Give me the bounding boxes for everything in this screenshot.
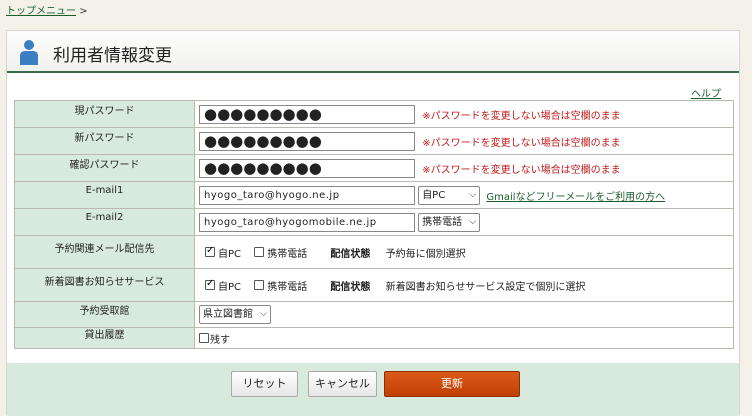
breadcrumb-top-menu-link[interactable]: トップメニュー — [6, 6, 76, 17]
new-books-pc-label: 自PC — [218, 281, 242, 293]
reservation-mail-status-label: 配信状態 — [330, 248, 371, 260]
confirm-password-input[interactable]: ●●●●●●●●● — [199, 158, 415, 178]
form-row-loan-history: 貸出履歴 残す — [14, 327, 734, 349]
email1-type-select[interactable]: 自PC ⌵ — [418, 185, 481, 205]
reservation-mail-pc-checkbox[interactable] — [205, 245, 215, 257]
current-password-note: ※パスワードを変更しない場合は空欄のまま — [422, 110, 621, 122]
user-info-panel: 利用者情報変更 ヘルプ 現パスワード ●●●●●●●●● ※パスワードを変更しな… — [6, 30, 740, 416]
new-books-status-value: 新着図書お知らせサービス設定で個別に選択 — [385, 281, 586, 293]
loan-history-checkbox[interactable] — [199, 333, 209, 343]
new-books-pc-checkbox[interactable] — [205, 278, 215, 290]
gmail-info-link[interactable]: Gmailなどフリーメールをご利用の方へ — [486, 192, 665, 203]
cancel-button[interactable]: キャンセル — [308, 371, 377, 397]
confirm-password-note: ※パスワードを変更しない場合は空欄のまま — [422, 164, 621, 176]
current-password-input[interactable]: ●●●●●●●●● — [199, 104, 415, 124]
new-books-mobile-label: 携帯電話 — [267, 281, 308, 293]
pickup-library-label: 予約受取館 — [14, 301, 195, 328]
current-password-label: 現パスワード — [14, 100, 195, 128]
chevron-down-icon: ⌵ — [469, 189, 477, 200]
reservation-mail-mobile-label: 携帯電話 — [267, 248, 308, 260]
email2-label: E-mail2 — [14, 208, 195, 236]
reservation-mail-label: 予約関連メール配信先 — [14, 235, 195, 269]
email1-input[interactable]: hyogo_taro@hyogo.ne.jp — [199, 185, 415, 205]
form-row-new-books: 新着図書お知らせサービス 自PC 携帯電話 配信状態 新着図書お知らせサービス設… — [14, 268, 734, 302]
new-password-input[interactable]: ●●●●●●●●● — [199, 131, 415, 151]
update-button[interactable]: 更新 — [384, 371, 520, 397]
form-row-confirm-password: 確認パスワード ●●●●●●●●● ※パスワードを変更しない場合は空欄のまま — [14, 154, 734, 182]
form-row-new-password: 新パスワード ●●●●●●●●● ※パスワードを変更しない場合は空欄のまま — [14, 127, 734, 155]
form-row-reservation-mail: 予約関連メール配信先 自PC 携帯電話 配信状態 予約毎に個別選択 — [14, 235, 734, 269]
new-books-status-label: 配信状態 — [330, 281, 371, 293]
new-password-note: ※パスワードを変更しない場合は空欄のまま — [422, 137, 621, 149]
loan-history-label: 貸出履歴 — [14, 327, 195, 349]
new-books-mobile-checkbox[interactable] — [254, 280, 265, 290]
confirm-password-label: 確認パスワード — [14, 154, 195, 182]
reservation-mail-pc-label: 自PC — [218, 248, 242, 260]
form-row-pickup-library: 予約受取館 県立図書館 ⌵ — [14, 301, 734, 328]
user-icon — [20, 40, 38, 65]
new-books-label: 新着図書お知らせサービス — [14, 268, 195, 302]
email2-type-select[interactable]: 携帯電話 ⌵ — [418, 212, 481, 232]
email2-input[interactable]: hyogo_taro@hyogomobile.ne.jp — [199, 212, 415, 232]
breadcrumb: トップメニュー > — [6, 2, 88, 17]
help-link[interactable]: ヘルプ — [691, 85, 721, 100]
chevron-down-icon: ⌵ — [469, 216, 477, 227]
new-password-label: 新パスワード — [14, 127, 195, 155]
breadcrumb-separator: > — [79, 6, 88, 17]
form-row-current-password: 現パスワード ●●●●●●●●● ※パスワードを変更しない場合は空欄のまま — [14, 100, 734, 128]
loan-history-option-label: 残す — [210, 334, 230, 346]
reservation-mail-mobile-checkbox[interactable] — [254, 247, 265, 257]
chevron-down-icon: ⌵ — [260, 309, 267, 319]
form-row-email2: E-mail2 hyogo_taro@hyogomobile.ne.jp 携帯電… — [14, 208, 734, 236]
reservation-mail-status-value: 予約毎に個別選択 — [385, 248, 466, 260]
button-bar: リセット キャンセル 更新 — [7, 363, 739, 416]
email1-label: E-mail1 — [14, 181, 195, 209]
reset-button[interactable]: リセット — [231, 371, 298, 397]
title-bar: 利用者情報変更 — [7, 31, 739, 73]
form-row-email1: E-mail1 hyogo_taro@hyogo.ne.jp 自PC ⌵ Gmai… — [14, 181, 734, 209]
user-info-form: 現パスワード ●●●●●●●●● ※パスワードを変更しない場合は空欄のまま 新パ… — [14, 100, 734, 349]
pickup-library-select[interactable]: 県立図書館 ⌵ — [199, 305, 271, 324]
page-title: 利用者情報変更 — [53, 46, 172, 66]
